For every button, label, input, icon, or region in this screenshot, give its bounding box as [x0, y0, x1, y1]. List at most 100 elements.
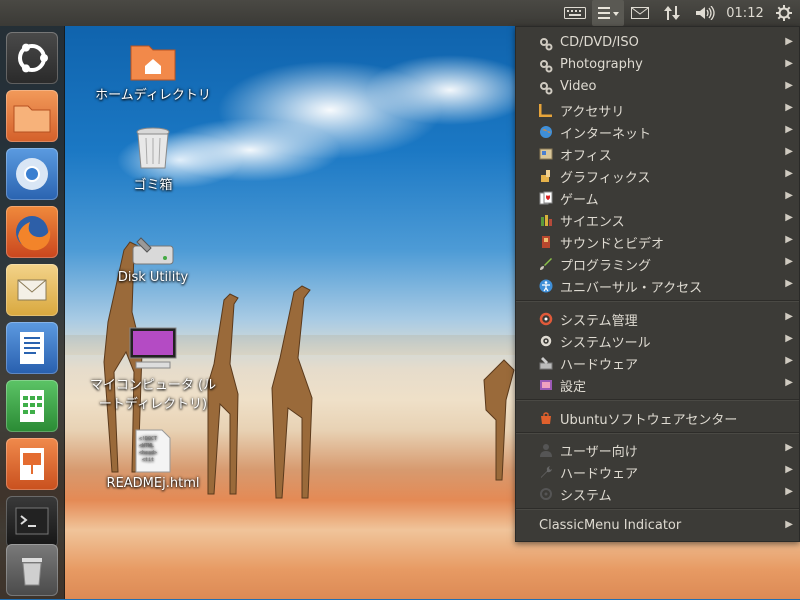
- home-folder-icon: [130, 45, 176, 81]
- submenu-arrow-icon: ▶: [785, 333, 793, 344]
- writer-launcher-button[interactable]: [6, 322, 58, 374]
- mail-launcher-button[interactable]: [6, 264, 58, 316]
- system-icon: [538, 486, 553, 501]
- trash-launcher-button[interactable]: [6, 544, 58, 596]
- menu-item-settings[interactable]: 設定 ▶: [516, 373, 799, 395]
- menu-item-system-admin[interactable]: システム管理 ▶: [516, 307, 799, 329]
- impress-launcher-button[interactable]: [6, 438, 58, 490]
- dash-home-button[interactable]: [6, 32, 58, 84]
- menu-item-sound-video[interactable]: サウンドとビデオ ▶: [516, 230, 799, 252]
- mail-icon[interactable]: [628, 0, 652, 26]
- submenu-arrow-icon: ▶: [785, 234, 793, 245]
- menu-item-label: ゲーム: [560, 193, 599, 208]
- menu-item-accessories[interactable]: アクセサリ ▶: [516, 98, 799, 120]
- desktop-icon-disk-utility[interactable]: Disk Utility: [93, 234, 213, 285]
- menu-item-users[interactable]: ユーザー向け ▶: [516, 438, 799, 460]
- menu-item-label: グラフィックス: [560, 171, 651, 186]
- menu-item-hardware-2[interactable]: ハードウェア ▶: [516, 460, 799, 482]
- office-icon: [538, 146, 553, 161]
- submenu-arrow-icon: ▶: [785, 190, 793, 201]
- network-icon[interactable]: [660, 0, 684, 26]
- menu-item-science[interactable]: サイエンス ▶: [516, 208, 799, 230]
- terminal-icon: [15, 507, 49, 535]
- menu-item-label: CD/DVD/ISO: [560, 35, 639, 50]
- desktop-icon-label: Disk Utility: [117, 270, 189, 285]
- gear-icon[interactable]: [772, 0, 796, 26]
- graphics-icon: [538, 168, 553, 183]
- menu-item-internet[interactable]: インターネット ▶: [516, 120, 799, 142]
- ubuntu-logo-icon: [18, 43, 48, 73]
- folder-icon: [13, 105, 51, 133]
- terminal-launcher-button[interactable]: [6, 496, 58, 548]
- submenu-arrow-icon: ▶: [785, 486, 793, 497]
- multimedia-icon: [538, 234, 553, 249]
- menu-item-universal-access[interactable]: ユニバーサル・アクセス ▶: [516, 274, 799, 296]
- wrench-icon: [538, 464, 553, 479]
- menu-item-classicmenu-indicator[interactable]: ClassicMenu Indicator ▶: [516, 515, 799, 537]
- menu-item-cd-dvd-iso[interactable]: CD/DVD/ISO ▶: [516, 32, 799, 54]
- menu-item-hardware[interactable]: ハードウェア ▶: [516, 351, 799, 373]
- cards-icon: [538, 190, 553, 205]
- menu-item-office[interactable]: オフィス ▶: [516, 142, 799, 164]
- submenu-arrow-icon: ▶: [785, 146, 793, 157]
- accessories-icon: [538, 102, 553, 117]
- svg-text:<head>: <head>: [139, 450, 157, 456]
- submenu-arrow-icon: ▶: [785, 212, 793, 223]
- menu-item-label: ハードウェア: [560, 467, 639, 482]
- desktop-icon-computer[interactable]: マイコンピュータ (ルートディレクトリ): [86, 326, 220, 412]
- menu-item-software-center[interactable]: Ubuntuソフトウェアセンター: [516, 406, 799, 428]
- classicmenu-icon[interactable]: [592, 0, 624, 26]
- submenu-arrow-icon: ▶: [785, 80, 793, 91]
- svg-text:<HTML: <HTML: [139, 443, 154, 449]
- submenu-arrow-icon: ▶: [785, 464, 793, 475]
- desktop-icon-home[interactable]: ホームディレクトリ: [93, 40, 213, 103]
- menu-separator: [516, 399, 799, 401]
- desktop-icon-trash[interactable]: ゴミ箱: [93, 126, 213, 193]
- menu-item-graphics[interactable]: グラフィックス ▶: [516, 164, 799, 186]
- submenu-arrow-icon: ▶: [785, 355, 793, 366]
- menu-item-label: ユーザー向け: [560, 445, 638, 460]
- files-launcher-button[interactable]: [6, 90, 58, 142]
- menu-item-label: Video: [560, 79, 597, 94]
- menu-item-label: サウンドとビデオ: [560, 237, 665, 252]
- user-icon: [538, 442, 553, 457]
- menu-item-label: オフィス: [560, 149, 612, 164]
- menu-item-label: システム管理: [560, 314, 638, 329]
- volume-icon[interactable]: [692, 0, 718, 26]
- menu-item-system-tools[interactable]: システムツール ▶: [516, 329, 799, 351]
- menu-item-label: ClassicMenu Indicator: [539, 518, 682, 533]
- computer-icon: [129, 327, 177, 369]
- desktop-icon-label: READMEj.html: [106, 476, 200, 491]
- svg-text:<!DOCT: <!DOCT: [139, 436, 157, 442]
- menu-item-label: サイエンス: [560, 215, 625, 230]
- menu-item-label: ハードウェア: [560, 358, 639, 373]
- menu-separator: [516, 432, 799, 434]
- menu-item-label: アクセサリ: [560, 105, 625, 120]
- panel-clock[interactable]: 01:12: [722, 0, 768, 26]
- submenu-arrow-icon: ▶: [785, 168, 793, 179]
- menu-item-programming[interactable]: プログラミング ▶: [516, 252, 799, 274]
- launcher: [0, 26, 65, 599]
- submenu-arrow-icon: ▶: [785, 519, 793, 530]
- desktop-icon-label: ホームディレクトリ: [95, 88, 211, 103]
- gears-icon: [538, 80, 553, 95]
- calc-launcher-button[interactable]: [6, 380, 58, 432]
- submenu-arrow-icon: ▶: [785, 102, 793, 113]
- gear-icon: [538, 333, 553, 348]
- menu-item-games[interactable]: ゲーム ▶: [516, 186, 799, 208]
- firefox-launcher-button[interactable]: [6, 206, 58, 258]
- menu-item-photography[interactable]: Photography ▶: [516, 54, 799, 76]
- menu-item-video[interactable]: Video ▶: [516, 76, 799, 98]
- trash-icon: [22, 558, 42, 586]
- menu-item-label: Ubuntuソフトウェアセンター: [560, 413, 738, 428]
- menu-item-system[interactable]: システム ▶: [516, 482, 799, 504]
- chromium-launcher-button[interactable]: [6, 148, 58, 200]
- bag-icon: [538, 410, 553, 425]
- impress-icon: [20, 448, 44, 480]
- menu-separator: [516, 300, 799, 302]
- desktop-icon-readme[interactable]: <!DOCT <HTML <head> <tit READMEj.html: [93, 428, 213, 491]
- submenu-arrow-icon: ▶: [785, 36, 793, 47]
- keyboard-icon[interactable]: [562, 0, 588, 26]
- menu-item-label: システムツール: [560, 336, 651, 351]
- calc-icon: [20, 390, 44, 422]
